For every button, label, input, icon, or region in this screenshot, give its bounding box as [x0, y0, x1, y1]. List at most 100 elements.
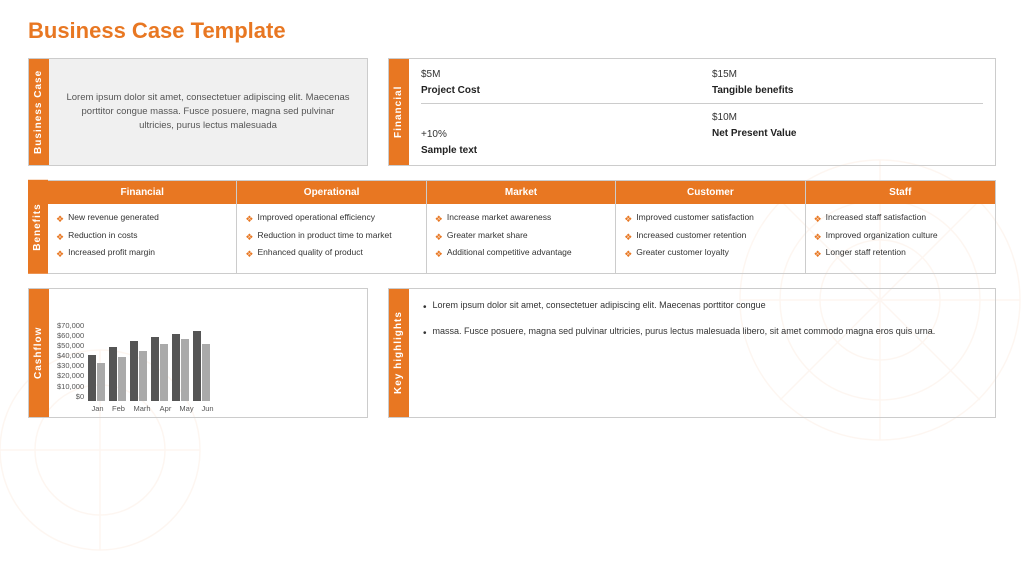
bar-dark [109, 347, 117, 401]
diamond-icon: ❖ [56, 248, 64, 261]
page-title: Business Case Template [28, 18, 996, 44]
benefit-item: ❖ Improved customer satisfaction [624, 212, 796, 226]
x-label-apr: Apr [157, 404, 174, 413]
bar-group-jan [88, 355, 105, 401]
bar-group-mar [130, 341, 147, 401]
benefit-item: ❖ Improved operational efficiency [245, 212, 417, 226]
bullet-icon: • [423, 326, 427, 341]
fin-val-15m: $15M [712, 67, 983, 82]
fin-val-10m: $10M [712, 110, 983, 125]
kh-item-2: • massa. Fusce posuere, magna sed pulvin… [423, 325, 981, 341]
business-case-label: Business Case [29, 59, 49, 165]
diamond-icon: ❖ [814, 213, 822, 226]
benefit-item: ❖ Increased staff satisfaction [814, 212, 987, 226]
fin-val-5m: $5M [421, 67, 692, 82]
financial-box: Financial $5M $15M Project Cost Tangible… [388, 58, 996, 166]
bar-light [139, 351, 147, 401]
benefit-body-customer: ❖ Improved customer satisfaction ❖ Incre… [616, 204, 804, 273]
diamond-icon: ❖ [624, 248, 632, 261]
benefit-header-financial: Financial [48, 181, 236, 204]
fin-label-project-cost: Project Cost [421, 84, 692, 97]
x-label-may: May [178, 404, 195, 413]
business-case-box: Business Case Lorem ipsum dolor sit amet… [28, 58, 368, 166]
diamond-icon: ❖ [245, 213, 253, 226]
bar-light [118, 357, 126, 401]
bar-dark [130, 341, 138, 401]
diamond-icon: ❖ [56, 231, 64, 244]
benefits-section: Benefits Financial ❖ New revenue generat… [28, 180, 996, 274]
diamond-icon: ❖ [814, 231, 822, 244]
benefit-header-customer: Customer [616, 181, 804, 204]
financial-label: Financial [389, 59, 409, 165]
diamond-icon: ❖ [435, 248, 443, 261]
fin-divider [421, 103, 983, 104]
benefit-col-customer: Customer ❖ Improved customer satisfactio… [616, 181, 805, 273]
fin-label-tangible: Tangible benefits [712, 84, 983, 97]
bar-group-feb [109, 347, 126, 401]
bottom-section: Cashflow $70,000 $60,000 $50,000 $40,000… [28, 288, 996, 418]
bar-light [97, 363, 105, 401]
benefit-item: ❖ Enhanced quality of product [245, 247, 417, 261]
key-highlights-box: Key highlights • Lorem ipsum dolor sit a… [388, 288, 996, 418]
benefit-item: ❖ Greater market share [435, 230, 607, 244]
benefit-item: ❖ Longer staff retention [814, 247, 987, 261]
benefit-item: ❖ Reduction in product time to market [245, 230, 417, 244]
top-section: Business Case Lorem ipsum dolor sit amet… [28, 58, 996, 166]
benefit-col-staff: Staff ❖ Increased staff satisfaction ❖ I… [806, 181, 995, 273]
x-labels: Jan Feb Marh Apr May Jun [57, 404, 359, 413]
bar-light [181, 339, 189, 401]
benefit-body-staff: ❖ Increased staff satisfaction ❖ Improve… [806, 204, 995, 273]
cashflow-label: Cashflow [29, 289, 49, 417]
kh-item-1: • Lorem ipsum dolor sit amet, consectetu… [423, 299, 981, 315]
benefit-body-market: ❖ Increase market awareness ❖ Greater ma… [427, 204, 615, 273]
bar-light [160, 344, 168, 401]
bar-group-jun [193, 331, 210, 401]
bar-dark [172, 334, 180, 401]
diamond-icon: ❖ [435, 213, 443, 226]
business-case-text: Lorem ipsum dolor sit amet, consectetuer… [49, 59, 367, 165]
diamond-icon: ❖ [624, 231, 632, 244]
x-label-jan: Jan [89, 404, 106, 413]
benefit-item: ❖ Greater customer loyalty [624, 247, 796, 261]
x-label-feb: Feb [110, 404, 127, 413]
diamond-icon: ❖ [624, 213, 632, 226]
benefit-body-operational: ❖ Improved operational efficiency ❖ Redu… [237, 204, 425, 273]
benefit-col-market: Market ❖ Increase market awareness ❖ Gre… [427, 181, 616, 273]
benefit-item: ❖ Increased profit margin [56, 247, 228, 261]
benefit-header-operational: Operational [237, 181, 425, 204]
fin-val-10pct: +10% [421, 127, 692, 142]
key-highlights-content: • Lorem ipsum dolor sit amet, consectetu… [409, 289, 995, 417]
bar-dark [151, 337, 159, 401]
financial-table: $5M $15M Project Cost Tangible benefits … [409, 59, 995, 165]
fin-label-sample: Sample text [421, 144, 692, 157]
diamond-icon: ❖ [245, 248, 253, 261]
bar-group-apr [151, 337, 168, 401]
bullet-icon: • [423, 300, 427, 315]
bar-group-may [172, 334, 189, 401]
chart-area: $70,000 $60,000 $50,000 $40,000 $30,000 … [49, 289, 367, 417]
fin-label-npv: Net Present Value [712, 127, 983, 142]
diamond-icon: ❖ [56, 213, 64, 226]
bar-dark [193, 331, 201, 401]
benefit-header-staff: Staff [806, 181, 995, 204]
benefit-item: ❖ New revenue generated [56, 212, 228, 226]
bar-light [202, 344, 210, 401]
benefits-grid: Financial ❖ New revenue generated ❖ Redu… [48, 180, 996, 274]
benefit-item: ❖ Improved organization culture [814, 230, 987, 244]
x-label-jun: Jun [199, 404, 216, 413]
diamond-icon: ❖ [245, 231, 253, 244]
benefit-col-financial: Financial ❖ New revenue generated ❖ Redu… [48, 181, 237, 273]
y-axis: $70,000 $60,000 $50,000 $40,000 $30,000 … [57, 321, 88, 401]
benefit-item: ❖ Reduction in costs [56, 230, 228, 244]
benefit-item: ❖ Additional competitive advantage [435, 247, 607, 261]
benefit-header-market: Market [427, 181, 615, 204]
bars-container [88, 321, 359, 401]
benefits-label: Benefits [28, 180, 48, 274]
cashflow-box: Cashflow $70,000 $60,000 $50,000 $40,000… [28, 288, 368, 418]
diamond-icon: ❖ [435, 231, 443, 244]
benefit-item: ❖ Increase market awareness [435, 212, 607, 226]
x-label-mar: Marh [131, 404, 153, 413]
key-highlights-label: Key highlights [389, 289, 409, 417]
diamond-icon: ❖ [814, 248, 822, 261]
chart-wrapper: $70,000 $60,000 $50,000 $40,000 $30,000 … [57, 297, 359, 401]
